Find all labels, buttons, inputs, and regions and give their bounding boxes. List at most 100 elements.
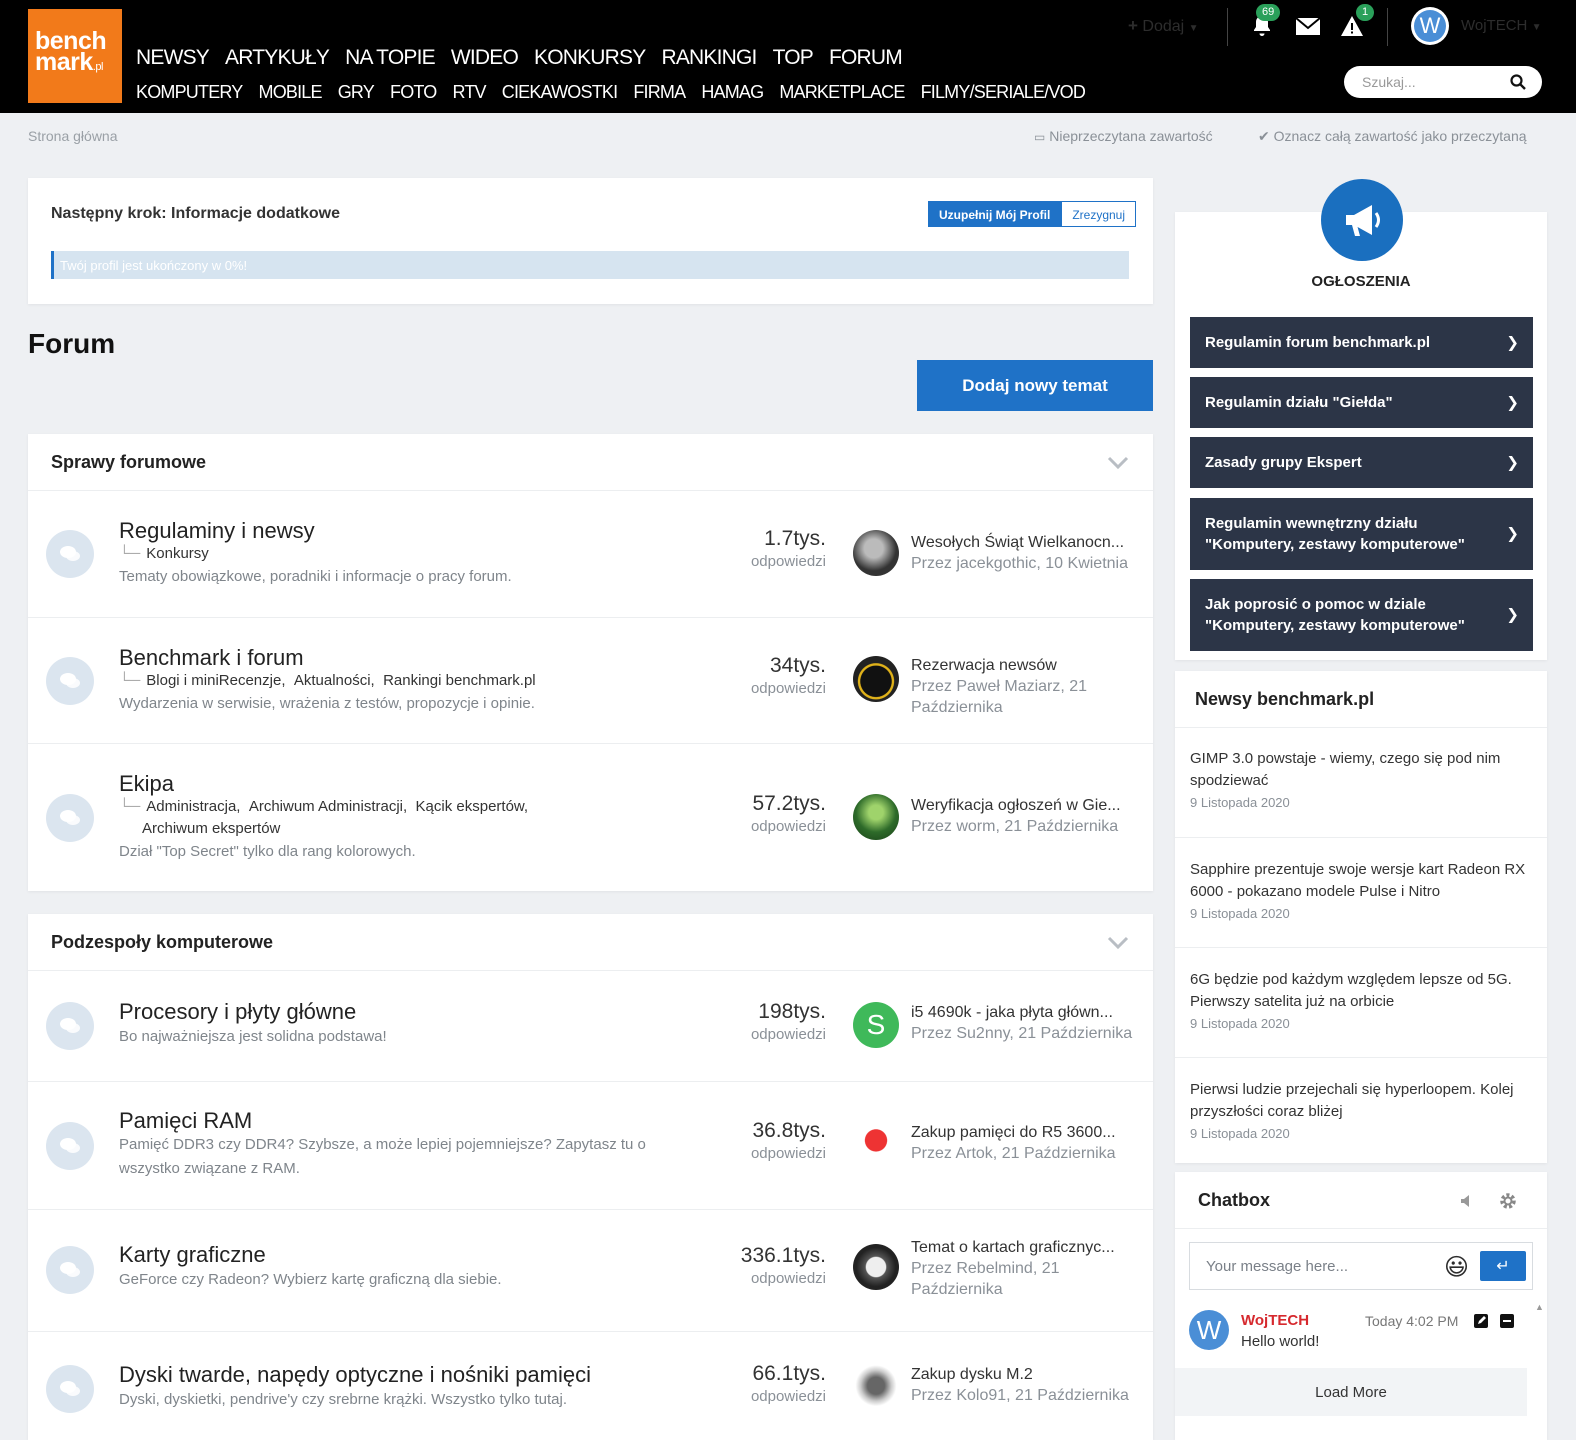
- nav-item-marketplace[interactable]: MARKETPLACE: [779, 82, 905, 103]
- news-title[interactable]: Pierwsi ludzie przejechali się hyperloop…: [1190, 1079, 1530, 1123]
- nav-item-foto[interactable]: FOTO: [390, 82, 437, 103]
- reply-label: odpowiedzi: [750, 1270, 826, 1287]
- forum-name[interactable]: Procesory i płyty główne: [119, 999, 356, 1025]
- search-icon[interactable]: [1510, 74, 1526, 90]
- nav-item-rankingi[interactable]: RANKINGI: [661, 46, 757, 70]
- notifications-badge: 69: [1256, 4, 1281, 21]
- subforum-link[interactable]: Kącik ekspertów,: [416, 798, 529, 815]
- nav-item-komputery[interactable]: KOMPUTERY: [136, 82, 243, 103]
- emoji-picker-icon[interactable]: 😃: [1444, 1253, 1469, 1282]
- subforum-link[interactable]: Konkursy: [146, 545, 209, 562]
- nav-item-rtv[interactable]: RTV: [452, 82, 486, 103]
- nav-item-filmy[interactable]: FILMY/SERIALE/VOD: [921, 82, 1086, 103]
- messages-button[interactable]: [1295, 14, 1321, 38]
- gear-icon[interactable]: [1498, 1191, 1518, 1211]
- site-logo[interactable]: bench mark.pl: [28, 9, 122, 103]
- last-post-title[interactable]: Rezerwacja newsów: [911, 655, 1143, 676]
- speaker-icon[interactable]: [1459, 1194, 1473, 1208]
- chevron-down-icon[interactable]: [1107, 936, 1129, 950]
- forum-name[interactable]: Ekipa: [119, 771, 174, 797]
- nav-item-na-topie[interactable]: NA TOPIE: [345, 46, 436, 70]
- last-poster-avatar[interactable]: [853, 1365, 899, 1411]
- nav-item-top[interactable]: TOP: [773, 46, 814, 70]
- last-post-title[interactable]: Temat o kartach graficznyc...: [911, 1237, 1143, 1258]
- breadcrumb-home[interactable]: Strona główna: [28, 128, 118, 144]
- forum-name[interactable]: Karty graficzne: [119, 1242, 266, 1268]
- forum-name[interactable]: Benchmark i forum: [119, 645, 304, 671]
- mark-all-read-link[interactable]: ✔ Oznacz całą zawartość jako przeczytaną: [1258, 128, 1527, 145]
- nav-item-forum[interactable]: FORUM: [829, 46, 903, 70]
- avatar[interactable]: W: [1189, 1310, 1229, 1350]
- chat-placeholder: Your message here...: [1206, 1258, 1349, 1275]
- nav-item-ciekawostki[interactable]: CIEKAWOSTKI: [502, 82, 618, 103]
- complete-profile-button[interactable]: Uzupełnij Mój Profil: [928, 201, 1062, 227]
- chat-scrollbar[interactable]: ▲: [1535, 1302, 1544, 1432]
- last-post: Zakup dysku M.2 Przez Kolo91, 21 Paździer…: [911, 1364, 1143, 1406]
- category-title[interactable]: Podzespoły komputerowe: [51, 932, 273, 953]
- subforum-link[interactable]: Aktualności,: [294, 672, 375, 689]
- last-post-meta: Przez Paweł Maziarz, 21 Października: [911, 678, 1088, 716]
- breadcrumb[interactable]: Strona główna: [28, 128, 118, 144]
- news-item[interactable]: Sapphire prezentuje swoje wersje kart Ra…: [1190, 859, 1530, 921]
- chat-username[interactable]: WojTECH: [1241, 1312, 1309, 1329]
- nav-item-gry[interactable]: GRY: [338, 82, 375, 103]
- announcement-link[interactable]: Regulamin forum benchmark.pl ❯: [1190, 317, 1533, 368]
- forum-name[interactable]: Regulaminy i newsy: [119, 518, 315, 544]
- last-post-title[interactable]: Weryfikacja ogłoszeń w Gie...: [911, 795, 1143, 816]
- announcement-link[interactable]: Regulamin wewnętrzny działu "Komputery, …: [1190, 498, 1533, 570]
- add-content-button[interactable]: + Dodaj ▼: [1128, 16, 1199, 36]
- announcement-link[interactable]: Jak poprosić o pomoc w dziale "Komputery…: [1190, 579, 1533, 651]
- dismiss-button[interactable]: Zrezygnuj: [1061, 201, 1137, 227]
- nav-item-mobile[interactable]: MOBILE: [259, 82, 323, 103]
- user-menu-button[interactable]: WojTECH ▼: [1461, 17, 1541, 34]
- subforum-link[interactable]: Rankingi benchmark.pl: [383, 672, 536, 689]
- news-item[interactable]: GIMP 3.0 powstaje - wiemy, czego się pod…: [1190, 748, 1530, 810]
- last-post-title[interactable]: i5 4690k - jaka płyta główn...: [911, 1002, 1143, 1023]
- edit-icon[interactable]: [1473, 1313, 1489, 1329]
- news-title[interactable]: 6G będzie pod każdym względem lepsze od …: [1190, 969, 1530, 1013]
- last-poster-avatar[interactable]: [853, 794, 899, 840]
- page-title: Forum: [28, 328, 116, 359]
- chevron-down-icon[interactable]: [1107, 456, 1129, 470]
- category-title[interactable]: Sprawy forumowe: [51, 452, 206, 473]
- news-item[interactable]: 6G będzie pod każdym względem lepsze od …: [1190, 969, 1530, 1031]
- forum-name[interactable]: Pamięci RAM: [119, 1108, 252, 1134]
- last-post-title[interactable]: Zakup dysku M.2: [911, 1364, 1143, 1385]
- reply-count: 66.1tys.: [752, 1362, 826, 1385]
- last-poster-avatar[interactable]: [853, 656, 899, 702]
- search-input[interactable]: Szukaj...: [1344, 66, 1542, 98]
- user-avatar[interactable]: W: [1411, 7, 1449, 45]
- announcement-link[interactable]: Regulamin działu "Giełda" ❯: [1190, 377, 1533, 428]
- last-poster-avatar[interactable]: [853, 1244, 899, 1290]
- unread-content-link[interactable]: ▭ Nieprzeczytana zawartość: [1034, 128, 1213, 144]
- subforum-link[interactable]: Administracja,: [146, 798, 240, 815]
- last-poster-avatar[interactable]: S: [853, 1002, 899, 1048]
- new-topic-button[interactable]: Dodaj nowy temat: [917, 360, 1153, 411]
- alerts-button[interactable]: 1: [1340, 4, 1375, 38]
- forum-name[interactable]: Dyski twarde, napędy optyczne i nośniki …: [119, 1362, 591, 1388]
- subforum-link[interactable]: Archiwum ekspertów: [142, 820, 280, 837]
- nav-item-konkursy[interactable]: KONKURSY: [534, 46, 646, 70]
- news-item[interactable]: Pierwsi ludzie przejechali się hyperloop…: [1190, 1079, 1530, 1141]
- delete-icon[interactable]: [1499, 1313, 1515, 1329]
- chat-message-input[interactable]: Your message here... 😃 ↵: [1189, 1242, 1533, 1290]
- forum-row: Pamięci RAM Pamięć DDR3 czy DDR4? Szybsz…: [28, 1081, 1153, 1209]
- news-title[interactable]: GIMP 3.0 powstaje - wiemy, czego się pod…: [1190, 748, 1530, 792]
- last-poster-avatar[interactable]: [853, 1122, 899, 1168]
- subforum-link[interactable]: Blogi i miniRecenzje,: [146, 672, 285, 689]
- last-poster-avatar[interactable]: [853, 530, 899, 576]
- nav-item-newsy[interactable]: NEWSY: [136, 46, 210, 70]
- last-post-title[interactable]: Zakup pamięci do R5 3600...: [911, 1122, 1143, 1143]
- news-title[interactable]: Sapphire prezentuje swoje wersje kart Ra…: [1190, 859, 1530, 903]
- nav-item-wideo[interactable]: WIDEO: [451, 46, 519, 70]
- nav-item-firma[interactable]: FIRMA: [633, 82, 686, 103]
- load-more-button[interactable]: Load More: [1175, 1368, 1527, 1416]
- nav-item-hamag[interactable]: HAMAG: [701, 82, 764, 103]
- subforum-link[interactable]: Archiwum Administracji,: [249, 798, 407, 815]
- last-post-title[interactable]: Wesołych Świąt Wielkanocn...: [911, 532, 1143, 553]
- announcement-label: Regulamin forum benchmark.pl: [1205, 334, 1431, 351]
- nav-item-artykuly[interactable]: ARTYKUŁY: [225, 46, 330, 70]
- notifications-button[interactable]: 69: [1250, 4, 1281, 38]
- announcement-link[interactable]: Zasady grupy Ekspert ❯: [1190, 437, 1533, 488]
- send-message-button[interactable]: ↵: [1480, 1251, 1526, 1281]
